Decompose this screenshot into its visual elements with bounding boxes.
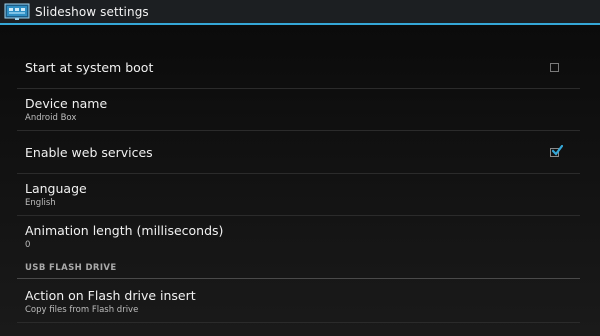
category-title: USB FLASH DRIVE — [25, 263, 117, 273]
action-bar: Slideshow settings — [0, 0, 600, 23]
pref-animation-length[interactable]: Animation length (milliseconds) 0 — [17, 216, 580, 260]
pref-language[interactable]: Language English — [17, 174, 580, 216]
enable-web-services-checkbox[interactable] — [550, 145, 563, 157]
checkmark-icon — [552, 145, 563, 156]
pref-title: Language — [25, 181, 87, 196]
pref-summary: English — [25, 198, 56, 208]
page-title: Slideshow settings — [35, 4, 149, 19]
pref-device-name[interactable]: Device name Android Box — [17, 89, 580, 131]
pref-start-at-boot[interactable]: Start at system boot — [17, 46, 580, 89]
pref-title: Action on Flash drive insert — [25, 288, 196, 303]
category-usb-flash-drive: USB FLASH DRIVE — [17, 261, 580, 279]
slideshow-app-icon[interactable] — [4, 3, 30, 20]
pref-title: Animation length (milliseconds) — [25, 223, 224, 238]
pref-summary: Copy files from Flash drive — [25, 305, 139, 315]
preferences-list: Start at system boot Device name Android… — [0, 25, 600, 336]
pref-summary: 0 — [25, 240, 31, 250]
pref-enable-web-services[interactable]: Enable web services — [17, 131, 580, 174]
pref-title: Device name — [25, 96, 108, 111]
pref-title: Start at system boot — [25, 60, 154, 75]
start-at-boot-checkbox[interactable] — [550, 63, 559, 72]
pref-summary: Android Box — [25, 113, 77, 123]
pref-title: Enable web services — [25, 145, 153, 160]
pref-flash-drive-action[interactable]: Action on Flash drive insert Copy files … — [17, 281, 580, 323]
